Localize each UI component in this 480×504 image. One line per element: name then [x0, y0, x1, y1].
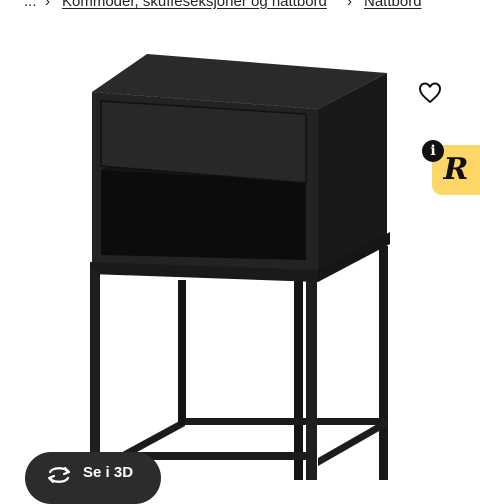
breadcrumb-item-kommoder[interactable]: Kommoder, skuffeseksjoner og nattbord	[62, 0, 327, 10]
breadcrumb: ... › Kommoder, skuffeseksjoner og nattb…	[0, 0, 480, 13]
view-3d-label: Se i 3D	[83, 464, 134, 481]
heart-outline-icon	[419, 82, 441, 103]
breadcrumb-ellipsis[interactable]: ...	[24, 0, 37, 10]
info-icon[interactable]: i	[422, 140, 444, 162]
breadcrumb-item-nattbord[interactable]: Nattbord	[364, 0, 422, 10]
favourite-button[interactable]	[414, 77, 446, 109]
info-glyph: i	[430, 143, 436, 159]
view-3d-button[interactable]: Se i 3D	[25, 452, 161, 504]
rotate-3d-icon	[47, 466, 71, 484]
rebuy-logo: R	[443, 152, 469, 187]
product-image	[90, 54, 390, 480]
breadcrumb-separator: ›	[45, 0, 50, 10]
breadcrumb-separator: ›	[347, 0, 352, 10]
